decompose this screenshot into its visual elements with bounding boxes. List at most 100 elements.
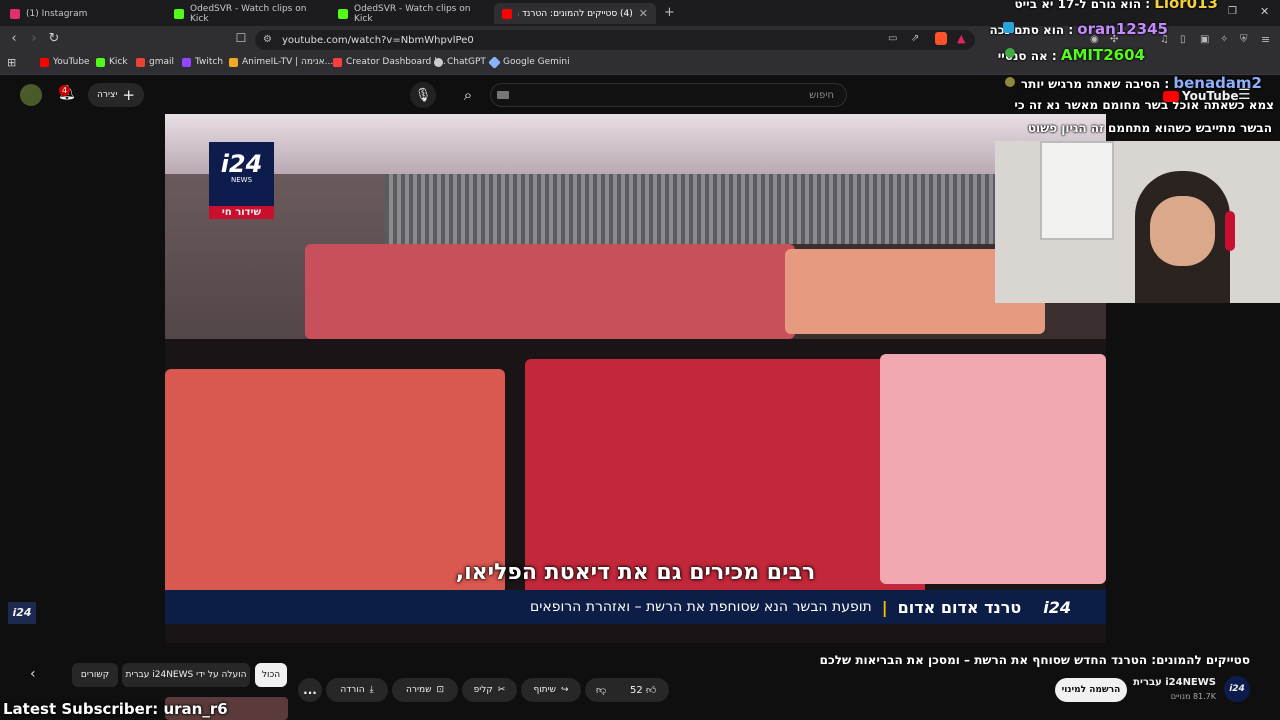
tab-kick-2[interactable]: OdedSVR - Watch clips on Kick bbox=[330, 3, 490, 24]
meat-tray bbox=[305, 244, 795, 339]
like-count: 52 bbox=[630, 685, 643, 696]
more-actions-button[interactable]: ... bbox=[298, 678, 322, 702]
back-icon[interactable]: ‹ bbox=[5, 31, 23, 46]
menu-icon[interactable]: ≡ bbox=[1261, 33, 1270, 46]
sidebar-icon[interactable]: ▯ bbox=[1180, 34, 1186, 45]
twitch-icon bbox=[182, 57, 191, 67]
gmail-icon bbox=[136, 57, 145, 67]
chip-all[interactable]: הכול bbox=[255, 663, 287, 687]
bookmark-twitch[interactable]: Twitch bbox=[182, 57, 223, 67]
subscribe-label: הרשמה למינוי bbox=[1061, 685, 1121, 695]
share-icon[interactable]: ⇗ bbox=[911, 33, 919, 44]
avatar[interactable] bbox=[20, 84, 42, 106]
channel-logo-box: i24 NEWS bbox=[209, 142, 274, 206]
bookmark-label: Creator Dashboard |... bbox=[346, 57, 446, 67]
scissors-icon: ✂ bbox=[497, 685, 506, 695]
chat-message: AMIT2604 : אה סנסיי bbox=[997, 46, 1145, 64]
streamer-face bbox=[1150, 196, 1215, 266]
download-button[interactable]: הורדה ⤓ bbox=[326, 678, 388, 702]
wallet-icon[interactable]: ▣ bbox=[1200, 34, 1209, 45]
dislike-button[interactable]: 👎︎ bbox=[596, 684, 606, 696]
hamburger-menu-icon[interactable]: ☰ bbox=[1238, 87, 1251, 103]
address-bar[interactable]: youtube.com/watch?v=NbmWhpvlPe0 bbox=[255, 30, 975, 50]
badge-icon bbox=[1003, 22, 1014, 33]
tab-label: (4) סטייקים להמונים: הטרנד הח bbox=[518, 8, 633, 19]
share-button[interactable]: שיתוף ↪ bbox=[521, 678, 581, 702]
bookmark-label: AnimeIL-TV | אנימה... bbox=[242, 57, 334, 67]
new-tab-button[interactable]: + bbox=[664, 5, 675, 20]
create-button[interactable]: יצירה + bbox=[88, 83, 144, 107]
bookmark-gmail[interactable]: gmail bbox=[136, 57, 174, 67]
keyboard-icon[interactable] bbox=[497, 91, 509, 99]
chat-text: הוא סתם נכה bbox=[989, 23, 1065, 37]
restore-window-icon[interactable]: ❐ bbox=[1228, 6, 1237, 17]
rewards-icon[interactable]: ▲ bbox=[957, 32, 965, 45]
bookmark-icon[interactable]: ☐ bbox=[232, 31, 250, 45]
cast-icon[interactable]: ▭ bbox=[888, 33, 897, 44]
chat-username: Lior013 bbox=[1154, 0, 1218, 12]
more-icon: ... bbox=[303, 683, 317, 697]
tab-instagram[interactable]: (1) Instagram bbox=[2, 3, 162, 24]
save-label: שמירה bbox=[405, 685, 432, 695]
leo-icon[interactable]: ✧ bbox=[1220, 34, 1228, 45]
forward-icon[interactable]: › bbox=[25, 31, 43, 46]
apps-grid-icon[interactable]: ⊞ bbox=[7, 56, 16, 69]
window-frame bbox=[1040, 141, 1114, 240]
bookmark-youtube[interactable]: YouTube bbox=[40, 57, 90, 67]
save-button[interactable]: שמירה ⊡ bbox=[392, 678, 458, 702]
bookmark-animeil[interactable]: AnimeIL-TV | אנימה... bbox=[229, 57, 333, 67]
youtube-icon bbox=[502, 8, 512, 19]
channel-name[interactable]: i24NEWS עברית bbox=[1120, 677, 1216, 688]
search-icon[interactable]: ⌕ bbox=[455, 82, 481, 108]
video-title: סטייקים להמונים: הטרנד החדש שסוחף את הרש… bbox=[819, 653, 1250, 667]
bookmark-creator-dashboard[interactable]: Creator Dashboard |... bbox=[333, 57, 446, 67]
chevron-left-icon[interactable]: ‹ bbox=[30, 666, 36, 682]
logo-text: i24 bbox=[220, 150, 263, 178]
chat-message: oran12345 : הוא סתם נכה bbox=[989, 20, 1168, 38]
close-window-icon[interactable]: ✕ bbox=[1260, 5, 1269, 18]
chat-username: AMIT2604 bbox=[1060, 46, 1145, 64]
share-label: שיתוף bbox=[533, 685, 556, 695]
chip-uploaded-by[interactable]: הועלה על ידי i24NEWS עברית bbox=[122, 663, 250, 687]
tab-kick-1[interactable]: OdedSVR - Watch clips on Kick bbox=[166, 3, 326, 24]
like-button[interactable]: 52 👍︎ bbox=[630, 684, 656, 696]
bookmark-label: Twitch bbox=[195, 57, 224, 67]
chat-username: oran12345 bbox=[1077, 20, 1168, 38]
bookmark-kick[interactable]: Kick bbox=[96, 57, 128, 67]
clip-label: קליפ bbox=[473, 685, 493, 695]
subscribe-button[interactable]: הרשמה למינוי bbox=[1055, 678, 1127, 702]
display-case-top bbox=[165, 114, 1106, 174]
video-subtitle: רבים מכירים גם את דיאטת הפליאו, bbox=[455, 560, 816, 585]
chat-message: הבשר מתייבש כשהוא מתחמם זה הגיון פשוט bbox=[1027, 121, 1272, 135]
ticker-text: תופעת הבשר הנא שסוחפת את הרשת – ואזהרת ה… bbox=[529, 599, 872, 615]
youtube-brand: YouTube bbox=[1163, 89, 1239, 103]
bookmark-gemini[interactable]: Google Gemini bbox=[488, 55, 570, 69]
search-input[interactable]: חיפוש bbox=[490, 83, 847, 107]
badge-icon bbox=[1005, 48, 1015, 58]
ticker-divider: | bbox=[881, 597, 888, 617]
youtube-icon bbox=[40, 57, 49, 67]
kick-icon bbox=[96, 57, 105, 67]
ticker-logo: i24 bbox=[1043, 597, 1071, 617]
bookmark-label: gmail bbox=[149, 57, 174, 67]
channel-avatar[interactable]: i24 bbox=[1224, 676, 1250, 702]
chip-related[interactable]: קשורים bbox=[72, 663, 118, 687]
ticker-tag: טרנד אדום אדום bbox=[897, 597, 1022, 617]
reload-icon[interactable]: ↻ bbox=[45, 31, 63, 46]
close-tab-icon[interactable]: ✕ bbox=[639, 7, 648, 20]
meat-tray bbox=[880, 354, 1106, 584]
search-placeholder: חיפוש bbox=[809, 89, 834, 101]
create-label: יצירה bbox=[97, 90, 118, 100]
voice-search-icon[interactable]: 🎙︎ bbox=[410, 82, 436, 108]
chip-label: הכול bbox=[261, 670, 281, 680]
brave-shield-icon[interactable] bbox=[935, 32, 947, 45]
bookmark-label: Google Gemini bbox=[503, 57, 570, 67]
bookmark-label: Kick bbox=[109, 57, 128, 67]
clip-button[interactable]: קליפ ✂ bbox=[462, 678, 517, 702]
tab-youtube-active[interactable]: (4) סטייקים להמונים: הטרנד הח ✕ bbox=[494, 3, 656, 24]
plus-icon: + bbox=[122, 86, 135, 104]
thumbs-up-icon: 👍︎ bbox=[645, 685, 657, 696]
bookmark-chatgpt[interactable]: ChatGPT bbox=[434, 57, 486, 67]
site-info-icon[interactable]: ⚙ bbox=[263, 34, 272, 45]
vpn-icon[interactable]: ⛨ bbox=[1240, 34, 1248, 45]
